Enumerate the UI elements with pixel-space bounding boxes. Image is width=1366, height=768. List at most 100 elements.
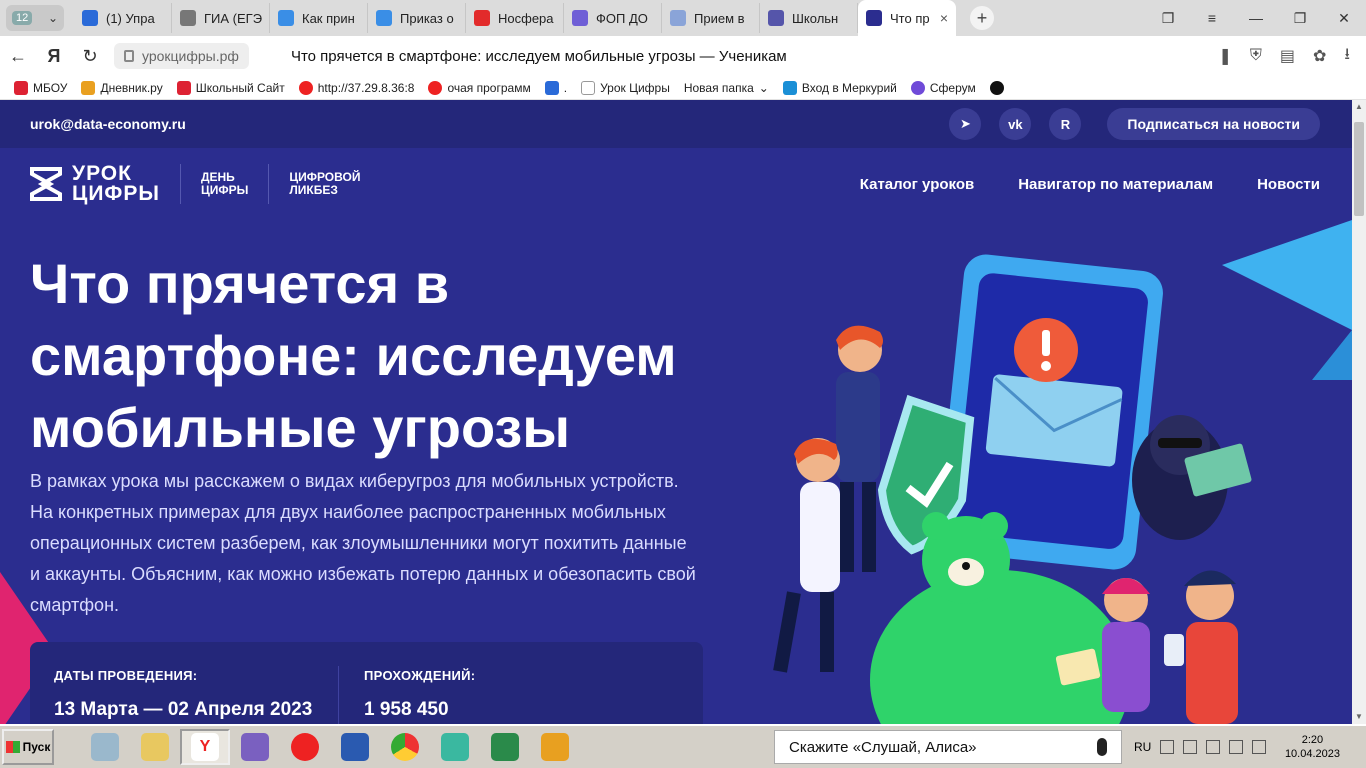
clock-date: 10.04.2023 xyxy=(1284,748,1340,760)
taskbar-app-spider[interactable] xyxy=(230,729,280,765)
chevron-down-icon: ⌄ xyxy=(47,11,58,25)
tab-label: (1) Упра xyxy=(106,10,155,26)
scrollbar-thumb[interactable] xyxy=(1354,122,1364,216)
clock-time: 2:20 xyxy=(1301,734,1324,746)
page-scrollbar[interactable]: ▲ ▼ xyxy=(1352,100,1366,724)
yandex-browser-icon: Y xyxy=(191,733,219,761)
bookmark-item[interactable]: Вход в Меркурий xyxy=(782,80,897,95)
tray-shield-icon[interactable] xyxy=(1252,740,1267,754)
subscribe-button[interactable]: Подписаться на новости xyxy=(1107,108,1320,140)
yandex-icon[interactable]: Я xyxy=(36,46,72,67)
collections-icon[interactable]: ❐ xyxy=(1146,10,1190,27)
tab[interactable]: Прием в xyxy=(662,3,760,33)
info-divider xyxy=(338,666,339,724)
tab-label: Как прин xyxy=(302,10,355,26)
menu-icon[interactable]: ≡ xyxy=(1190,10,1234,26)
taskbar-app-recycle[interactable] xyxy=(80,729,130,765)
reload-icon[interactable]: ↻ xyxy=(72,46,108,67)
language-indicator[interactable]: RU xyxy=(1134,740,1151,754)
tab[interactable]: Носфера xyxy=(466,3,564,33)
tray-usb-icon[interactable] xyxy=(1183,740,1198,754)
lesson-info-card: ДАТЫ ПРОВЕДЕНИЯ: 13 Марта — 02 Апреля 20… xyxy=(30,642,703,724)
extension-icon[interactable]: ✿ xyxy=(1313,46,1326,66)
tab-favicon-icon xyxy=(278,10,294,26)
nav-catalog-link[interactable]: Каталог уроков xyxy=(860,176,974,193)
bookmark-item[interactable]: Школьный Сайт xyxy=(176,80,285,95)
cifrovoy-likbez-link[interactable]: ЦИФРОВОЙ ЛИКБЕЗ xyxy=(289,171,360,197)
back-arrow-icon[interactable]: ← xyxy=(0,46,36,67)
bookmark-item[interactable]: Дневник.ру xyxy=(81,80,163,95)
opera-icon xyxy=(291,733,319,761)
tab[interactable]: Как прин xyxy=(270,3,368,33)
tab[interactable]: Школьн xyxy=(760,3,858,33)
page-title-in-bar: Что прячется в смартфоне: исследуем моби… xyxy=(290,47,787,65)
nav-news-link[interactable]: Новости xyxy=(1257,176,1320,193)
day-cifry-link[interactable]: ДЕНЬ ЦИФРЫ xyxy=(201,171,248,197)
new-tab-button[interactable]: + xyxy=(970,6,994,30)
tab[interactable]: ФОП ДО xyxy=(564,3,662,33)
bookmark-item[interactable]: http://37.29.8.36:8 xyxy=(298,80,414,95)
taskbar-app-winrar[interactable] xyxy=(530,729,580,765)
bookmark-item[interactable] xyxy=(989,80,1009,95)
logo-text[interactable]: УРОК ЦИФРЫ xyxy=(72,163,160,205)
url-field[interactable]: урокцифры.рф xyxy=(114,43,249,69)
paw-icon xyxy=(441,733,469,761)
close-window-icon[interactable]: ✕ xyxy=(1322,10,1366,27)
bookmark-favicon-icon xyxy=(81,80,96,95)
tab[interactable]: ГИА (ЕГЭ xyxy=(172,3,270,33)
scroll-up-arrow-icon[interactable]: ▲ xyxy=(1352,100,1366,114)
downloads-icon[interactable]: ⭳ xyxy=(1344,43,1350,70)
mail-icon xyxy=(544,80,559,95)
tab-active[interactable]: Что пр × xyxy=(858,0,956,36)
bookmark-folder[interactable]: Новая папка ⌄ xyxy=(684,81,769,95)
alice-search-field[interactable]: Скажите «Слушай, Алиса» xyxy=(774,730,1122,764)
bookmark-label: Вход в Меркурий xyxy=(801,80,897,95)
vk-icon[interactable]: vk xyxy=(999,108,1032,140)
start-button[interactable]: Пуск xyxy=(2,729,54,765)
taskbar-app-explorer[interactable] xyxy=(130,729,180,765)
tab[interactable]: (1) Упра xyxy=(74,3,172,33)
urok-cifry-logo-icon[interactable] xyxy=(30,166,64,202)
bookmark-item[interactable]: . xyxy=(544,80,568,95)
close-icon[interactable]: × xyxy=(940,10,948,26)
protect-shield-icon[interactable]: ⛨ xyxy=(1250,47,1262,65)
bookmark-item[interactable]: МБОУ xyxy=(14,80,67,95)
dates-block: ДАТЫ ПРОВЕДЕНИЯ: 13 Марта — 02 Апреля 20… xyxy=(54,668,312,721)
nav-navigator-link[interactable]: Навигатор по материалам xyxy=(1018,176,1213,193)
bookmark-item[interactable]: очая программ xyxy=(428,80,531,95)
bookmark-item[interactable]: Сферум xyxy=(910,80,976,95)
scroll-down-arrow-icon[interactable]: ▼ xyxy=(1352,710,1366,724)
taskbar-app-yandex[interactable]: Y xyxy=(180,729,230,765)
taskbar-app-excel[interactable] xyxy=(480,729,530,765)
restore-icon[interactable]: ❐ xyxy=(1278,10,1322,27)
taskbar-app-word[interactable] xyxy=(330,729,380,765)
windows-flag-icon xyxy=(5,741,20,753)
bookmark-item[interactable]: Урок Цифры xyxy=(581,80,670,95)
minimize-icon[interactable]: — xyxy=(1234,10,1278,26)
rutube-icon[interactable]: R xyxy=(1049,108,1082,140)
logo-line: ЦИФРЫ xyxy=(72,182,160,205)
dates-label: ДАТЫ ПРОВЕДЕНИЯ: xyxy=(54,668,198,683)
clock[interactable]: 2:20 10.04.2023 xyxy=(1285,733,1340,761)
start-label: Пуск xyxy=(22,740,51,754)
tray-volume-icon[interactable] xyxy=(1229,740,1244,754)
bookmark-label: . xyxy=(563,80,568,95)
taskbar-app-chrome[interactable] xyxy=(380,729,430,765)
taskbar-app-opera[interactable] xyxy=(280,729,330,765)
tray-network-icon[interactable] xyxy=(1206,740,1221,754)
tab[interactable]: Приказ о xyxy=(368,3,466,33)
hero-illustration xyxy=(773,254,1252,724)
bookmark-icon[interactable]: ❚ xyxy=(1218,46,1231,66)
tray-flag-icon[interactable] xyxy=(1160,740,1175,754)
hero-description: В рамках урока мы расскажем о видах кибе… xyxy=(30,471,696,615)
telegram-icon[interactable]: ➤ xyxy=(949,108,982,140)
tab-counter[interactable]: 12 ⌄ xyxy=(6,5,64,31)
contact-email-link[interactable]: urok@data-economy.ru xyxy=(30,116,186,132)
microphone-icon[interactable] xyxy=(1097,738,1107,756)
reader-mode-icon[interactable]: ▤ xyxy=(1280,46,1295,66)
bookmark-label: Школьный Сайт xyxy=(195,80,285,95)
tab-favicon-icon xyxy=(768,10,784,26)
bookmark-label: Сферум xyxy=(929,80,976,95)
word-icon xyxy=(341,733,369,761)
taskbar-app-paw[interactable] xyxy=(430,729,480,765)
